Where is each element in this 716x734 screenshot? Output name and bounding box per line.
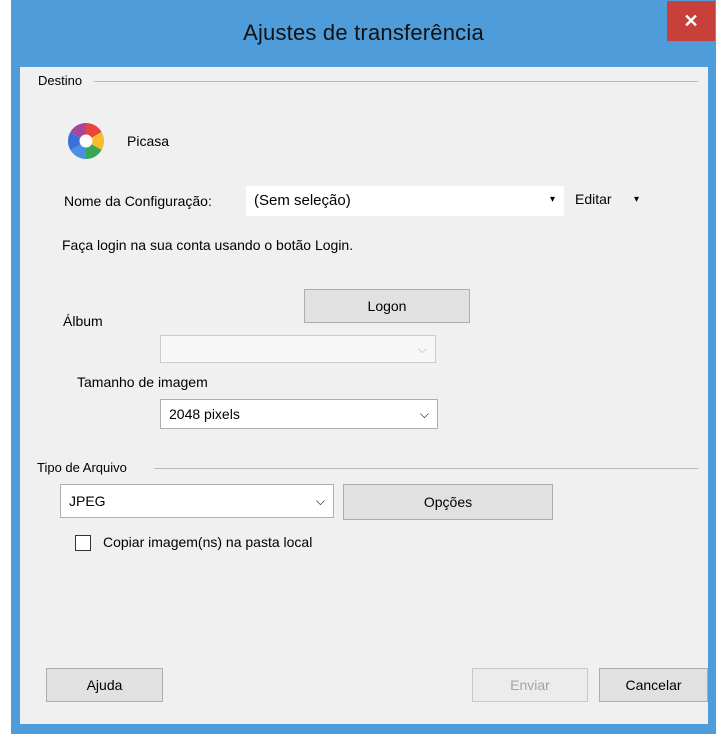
file-format-select[interactable]: JPEG ⌵ <box>60 484 334 518</box>
picasa-logo-icon <box>67 123 105 159</box>
login-hint-text: Faça login na sua conta usando o botão L… <box>62 237 354 253</box>
file-type-group-label: Tipo de Arquivo <box>37 460 133 475</box>
file-type-group-divider <box>154 468 698 469</box>
service-name: Picasa <box>127 133 170 149</box>
image-size-dropdown-arrow-icon: ⌵ <box>419 407 429 421</box>
edit-dropdown-arrow-icon[interactable]: ▾ <box>634 194 639 205</box>
logon-button[interactable]: Logon <box>304 289 470 323</box>
transfer-settings-window: Ajustes de transferência ✕ Destino Picas… <box>11 0 716 734</box>
file-format-dropdown-arrow-icon: ⌵ <box>315 494 325 508</box>
image-size-select[interactable]: 2048 pixels ⌵ <box>160 399 438 429</box>
config-name-label: Nome da Configuração: <box>64 193 212 209</box>
title-bar[interactable]: Ajustes de transferência ✕ <box>11 0 716 67</box>
copy-local-label[interactable]: Copiar imagem(ns) na pasta local <box>103 534 312 550</box>
image-size-label: Tamanho de imagem <box>77 374 208 390</box>
config-name-value: (Sem seleção) <box>254 192 351 209</box>
album-select[interactable]: ⌵ <box>160 335 436 363</box>
dialog-body: Destino Picasa Nome da Configuração: (Se… <box>20 67 708 724</box>
file-format-value: JPEG <box>69 493 106 509</box>
config-name-select[interactable]: (Sem seleção) <box>246 186 564 216</box>
options-button[interactable]: Opções <box>343 484 553 520</box>
album-label: Álbum <box>63 313 103 329</box>
destination-group-divider <box>94 81 698 82</box>
close-button[interactable]: ✕ <box>667 1 715 41</box>
album-dropdown-arrow-icon: ⌵ <box>417 342 427 356</box>
cancel-button[interactable]: Cancelar <box>599 668 708 702</box>
image-size-value: 2048 pixels <box>169 406 240 422</box>
destination-group-label: Destino <box>38 73 89 88</box>
help-button[interactable]: Ajuda <box>46 668 163 702</box>
copy-local-checkbox[interactable] <box>75 535 91 551</box>
close-icon: ✕ <box>683 11 699 31</box>
send-button[interactable]: Enviar <box>472 668 588 702</box>
config-dropdown-arrow-icon[interactable]: ▾ <box>550 194 555 205</box>
window-title: Ajustes de transferência <box>243 20 484 45</box>
edit-menu-button[interactable]: Editar <box>575 191 612 207</box>
